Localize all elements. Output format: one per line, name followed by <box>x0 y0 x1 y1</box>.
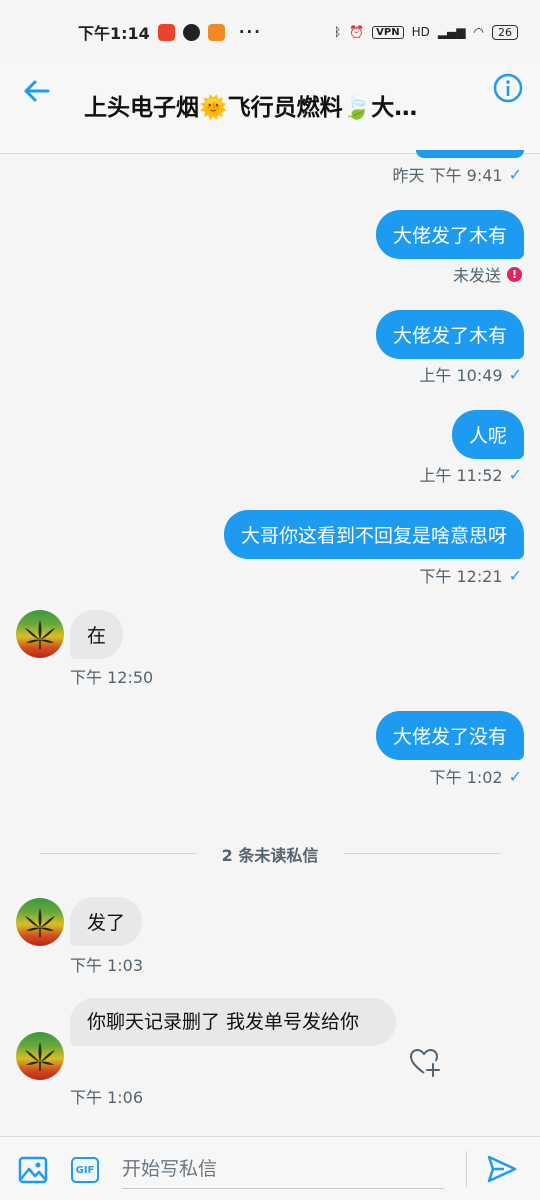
unread-divider-label: 2 条未读私信 <box>196 842 344 866</box>
message-bubble-outgoing[interactable]: 大佬发了木有 <box>375 310 524 359</box>
error-icon[interactable]: ! <box>507 266 522 282</box>
info-icon[interactable] <box>492 72 524 104</box>
cannabis-avatar <box>25 908 55 937</box>
check-icon: ✓ <box>508 766 522 786</box>
message-bubble-incoming[interactable]: 在 <box>70 610 124 659</box>
message-meta: 上午 11:52 ✓ <box>419 464 522 486</box>
message-meta: 下午 1:03 <box>70 956 144 975</box>
message-meta: 下午 12:50 <box>70 668 154 687</box>
message-meta-unsent: 未发送! <box>453 262 522 286</box>
check-icon: ✓ <box>508 464 522 484</box>
check-icon: ✓ <box>508 565 522 585</box>
image-icon[interactable] <box>18 1155 48 1185</box>
message-meta: 下午 12:21 ✓ <box>419 565 522 587</box>
cannabis-avatar <box>25 620 55 649</box>
gif-button[interactable]: GIF <box>71 1157 99 1183</box>
message-bubble-outgoing[interactable]: 大哥你这看到不回复是啥意思呀 <box>223 510 524 559</box>
check-icon: ✓ <box>508 364 522 384</box>
contact-avatar[interactable] <box>16 898 64 946</box>
app-notification-icon <box>157 23 175 41</box>
alarm-icon: ⏰ <box>349 25 365 39</box>
heart-plus-icon[interactable] <box>408 1046 440 1078</box>
message-meta: 下午 1:02 ✓ <box>429 766 522 788</box>
qq-notification-icon <box>182 23 200 41</box>
message-meta: 上午 10:49 ✓ <box>419 364 522 386</box>
browser-notification-icon <box>207 23 225 41</box>
status-bar: 下午1:14 ··· ᛒ ⏰ VPN HD ▂▄▆ ◠ 26 <box>0 0 540 64</box>
cannabis-avatar <box>25 1042 55 1071</box>
message-input[interactable] <box>122 1149 444 1189</box>
bluetooth-icon: ᛒ <box>333 25 342 39</box>
send-icon[interactable] <box>486 1154 518 1184</box>
message-meta: 下午 1:06 <box>70 1088 144 1107</box>
composer-divider <box>466 1151 467 1187</box>
status-time: 下午1:14 <box>78 24 150 43</box>
more-notifications-icon: ··· <box>238 23 262 41</box>
status-indicators: ᛒ ⏰ VPN HD ▂▄▆ ◠ 26 <box>333 24 518 40</box>
conversation-header: 上头电子烟🌞飞行员燃料🍃大… <box>0 64 540 154</box>
signal-icon: ▂▄▆ <box>437 25 466 39</box>
check-icon: ✓ <box>508 164 522 184</box>
message-composer: GIF <box>0 1136 540 1200</box>
conversation-title[interactable]: 上头电子烟🌞飞行员燃料🍃大… <box>84 88 464 122</box>
message-bubble-outgoing[interactable]: 大佬发了木有 <box>375 210 524 259</box>
message-bubble-outgoing[interactable]: 人呢 <box>451 410 524 459</box>
message-bubble-incoming[interactable]: 发了 <box>70 897 143 946</box>
message-bubble-partial[interactable] <box>416 150 524 158</box>
network-type-label: HD <box>411 25 430 39</box>
battery-indicator: 26 <box>492 24 518 40</box>
message-bubble-outgoing[interactable]: 大佬发了没有 <box>375 711 524 760</box>
vpn-badge: VPN <box>372 25 404 39</box>
contact-avatar[interactable] <box>16 610 64 658</box>
wifi-icon: ◠ <box>473 25 484 39</box>
message-meta: 昨天 下午 9:41 ✓ <box>392 164 522 186</box>
contact-avatar[interactable] <box>16 1032 64 1080</box>
back-arrow-icon[interactable] <box>20 74 54 108</box>
message-bubble-incoming[interactable]: 你聊天记录删了 我发单号发给你 <box>70 998 396 1046</box>
